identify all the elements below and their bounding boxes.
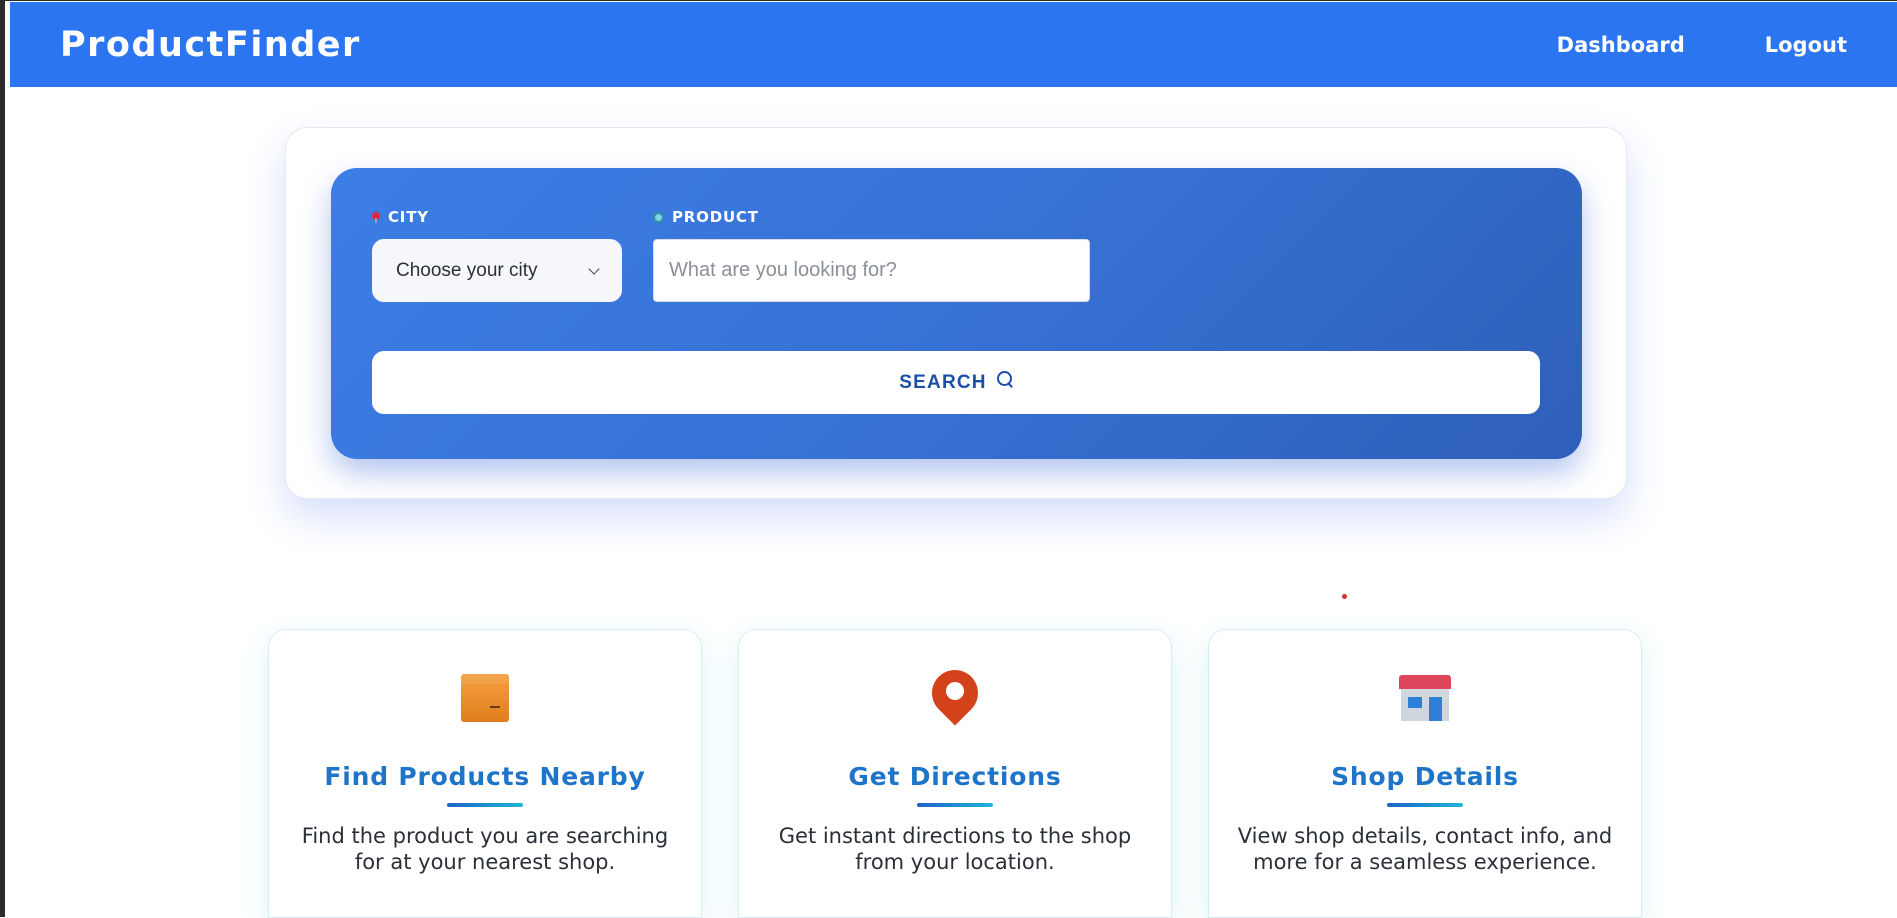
nav-dashboard-link[interactable]: Dashboard (1557, 33, 1685, 57)
chevron-down-icon (588, 262, 600, 275)
card-icon-container (1209, 670, 1641, 726)
nav-logout-link[interactable]: Logout (1765, 33, 1847, 57)
package-icon (461, 674, 509, 722)
card-icon-container (739, 660, 1171, 726)
card-title: Get Directions (848, 762, 1062, 791)
card-title: Shop Details (1331, 762, 1519, 791)
nav-links: Dashboard Logout (1557, 33, 1847, 57)
product-label-text: PRODUCT (672, 208, 759, 226)
search-card: CITY Choose your city PRODUCT SEARCH (285, 127, 1627, 499)
title-underline (917, 803, 993, 807)
city-label: CITY (372, 208, 429, 226)
top-navbar: ProductFinder Dashboard Logout (10, 2, 1897, 87)
search-button[interactable]: SEARCH (372, 351, 1540, 414)
shop-icon (1399, 675, 1451, 721)
card-description: Find the product you are searching for a… (301, 824, 669, 874)
pushpin-icon (372, 211, 380, 223)
map-pin-icon (922, 660, 988, 726)
card-description: Get instant directions to the shop from … (778, 824, 1132, 874)
feature-card-shop-details: Shop Details View shop details, contact … (1208, 629, 1642, 918)
cursor-dot (1342, 594, 1347, 599)
app-window: ProductFinder Dashboard Logout CITY Choo… (0, 0, 1897, 918)
brand-logo[interactable]: ProductFinder (60, 25, 361, 65)
product-label: PRODUCT (653, 208, 759, 226)
search-panel: CITY Choose your city PRODUCT SEARCH (331, 168, 1582, 459)
feature-card-directions: Get Directions Get instant directions to… (738, 629, 1172, 918)
city-label-text: CITY (388, 208, 429, 226)
product-search-input[interactable] (653, 239, 1090, 302)
card-icon-container (269, 670, 701, 726)
title-underline (1387, 803, 1463, 807)
search-button-label: SEARCH (899, 371, 987, 393)
city-select[interactable]: Choose your city (372, 239, 622, 302)
card-title: Find Products Nearby (324, 762, 646, 791)
title-underline (447, 803, 523, 807)
search-icon (996, 370, 1013, 387)
card-description: View shop details, contact info, and mor… (1237, 824, 1613, 874)
feature-card-find-products: Find Products Nearby Find the product yo… (268, 629, 702, 918)
magnifier-icon (653, 211, 664, 223)
city-select-value: Choose your city (396, 259, 538, 281)
